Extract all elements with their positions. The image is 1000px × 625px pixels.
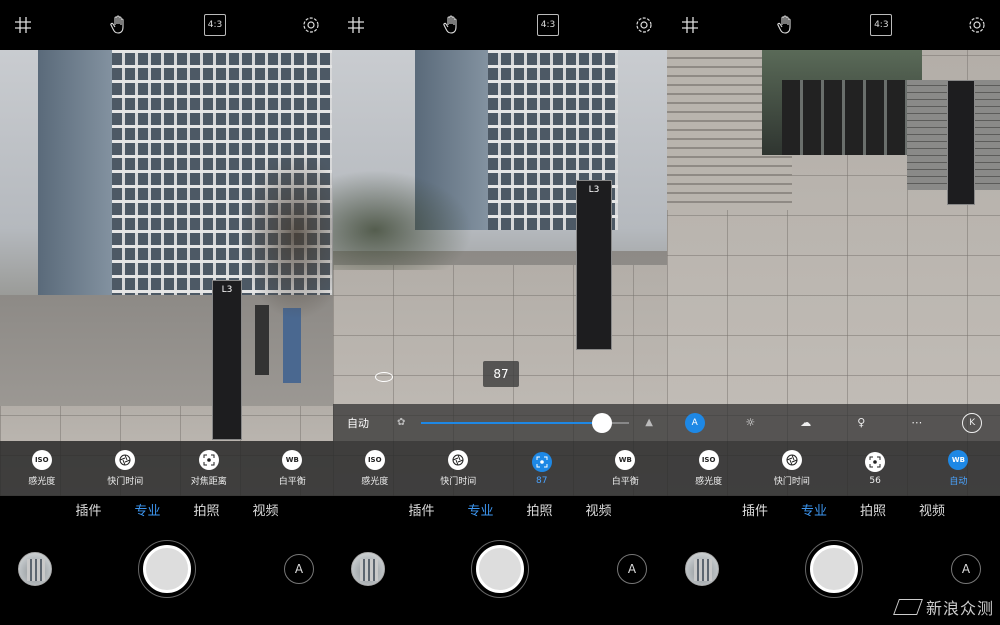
- pro-controls: ISO 感光度 快门时间 对焦距离 WB 白平衡: [0, 441, 334, 496]
- iso-icon: ISO: [364, 450, 385, 470]
- mode-tabs: 插件 专业 拍照 视频: [0, 500, 334, 528]
- gear-icon[interactable]: [966, 14, 988, 36]
- shutter-icon: [115, 450, 136, 470]
- wb-icon: WB: [282, 450, 303, 470]
- auto-label[interactable]: 自动: [347, 415, 369, 431]
- auto-mode-button[interactable]: A: [617, 554, 647, 584]
- focus-value-popup: 87: [483, 361, 519, 387]
- capture-bar: A: [0, 540, 334, 600]
- auto-mode-button[interactable]: A: [284, 554, 314, 584]
- focus-icon: [198, 450, 219, 470]
- tab-plugins[interactable]: 插件: [75, 500, 101, 528]
- tab-video[interactable]: 视频: [919, 500, 945, 528]
- tab-plugins[interactable]: 插件: [408, 500, 434, 528]
- pro-controls: ISO 感光度 快门时间 87 WB 白平衡: [333, 441, 667, 496]
- white-balance-control[interactable]: WB 白平衡: [257, 450, 327, 487]
- tab-pro[interactable]: 专业: [801, 500, 827, 528]
- tab-photo[interactable]: 拍照: [194, 500, 220, 528]
- sina-logo-icon: [893, 599, 923, 615]
- iso-control[interactable]: ISO 感光度: [7, 450, 77, 487]
- hand-icon[interactable]: [775, 14, 797, 36]
- bulb-icon[interactable]: ♀: [851, 413, 871, 433]
- wb-auto-option[interactable]: A: [684, 412, 705, 433]
- tab-photo[interactable]: 拍照: [860, 500, 886, 528]
- cloud-icon[interactable]: ☁: [796, 413, 816, 433]
- capture-bar: A: [333, 540, 667, 600]
- slider-handle[interactable]: [592, 412, 613, 433]
- mode-tabs: 插件 专业 拍照 视频: [333, 500, 667, 528]
- shutter-speed-control[interactable]: 快门时间: [90, 450, 160, 487]
- shutter-button[interactable]: [810, 545, 858, 593]
- grid-icon[interactable]: [12, 14, 34, 36]
- watermark: 新浪众测: [893, 595, 994, 619]
- shutter-speed-control[interactable]: 快门时间: [757, 450, 827, 487]
- flower-icon: ✿: [397, 417, 406, 428]
- focus-slider-row: 自动 ✿ ▲: [333, 404, 667, 441]
- tab-pro[interactable]: 专业: [467, 500, 493, 528]
- focus-icon: [865, 451, 886, 472]
- gear-icon[interactable]: [300, 14, 322, 36]
- mountain-icon: ▲: [645, 417, 653, 428]
- white-balance-control[interactable]: WB 白平衡: [590, 450, 660, 487]
- mode-tabs: 插件 专业 拍照 视频: [667, 500, 1000, 528]
- tab-video[interactable]: 视频: [253, 500, 279, 528]
- focus-distance-control[interactable]: 对焦距离: [174, 450, 244, 487]
- shutter-button[interactable]: [476, 545, 524, 593]
- shutter-icon: [448, 450, 469, 470]
- grid-icon[interactable]: [679, 14, 701, 36]
- fluorescent-icon[interactable]: ⋯: [907, 413, 927, 433]
- kelvin-option[interactable]: K: [962, 412, 983, 433]
- top-bar: 4:3: [667, 0, 1000, 50]
- tab-photo[interactable]: 拍照: [527, 500, 553, 528]
- sun-icon[interactable]: ☼: [740, 413, 760, 433]
- iso-icon: ISO: [31, 450, 52, 470]
- shutter-icon: [781, 450, 802, 470]
- iso-control[interactable]: ISO 感光度: [674, 450, 744, 487]
- aspect-ratio-button[interactable]: 4:3: [204, 14, 226, 36]
- capture-bar: A: [667, 540, 1000, 600]
- iso-control[interactable]: ISO 感光度: [340, 450, 410, 487]
- gallery-thumbnail[interactable]: [18, 552, 52, 586]
- wb-icon: WB: [615, 450, 636, 470]
- focus-slider[interactable]: [421, 412, 630, 433]
- camera-panel-3: 4:3 A ☼ ☁ ♀ ⋯ K ISO 感光度 快门时间 56 WB 自动 插件…: [667, 0, 1000, 625]
- aspect-ratio-button[interactable]: 4:3: [870, 14, 893, 36]
- shutter-speed-control[interactable]: 快门时间: [423, 450, 493, 487]
- top-bar: 4:3: [0, 0, 334, 50]
- gallery-thumbnail[interactable]: [351, 552, 385, 586]
- gear-icon[interactable]: [633, 14, 655, 36]
- viewfinder[interactable]: L3: [0, 50, 334, 496]
- iso-icon: ISO: [698, 450, 719, 470]
- gallery-thumbnail[interactable]: [685, 552, 719, 586]
- aspect-ratio-button[interactable]: 4:3: [537, 14, 559, 36]
- white-balance-presets: A ☼ ☁ ♀ ⋯ K: [667, 404, 1000, 441]
- hand-icon[interactable]: [441, 14, 463, 36]
- tab-pro[interactable]: 专业: [134, 500, 160, 528]
- top-bar: 4:3: [333, 0, 667, 50]
- focus-distance-control[interactable]: 87: [507, 451, 577, 486]
- wb-icon: WB: [948, 450, 969, 470]
- camera-panel-2: 4:3 L3 87 自动 ✿ ▲ ISO 感光度 快门时间 87 WB 白平衡 …: [333, 0, 667, 625]
- hand-icon[interactable]: [108, 14, 130, 36]
- pro-controls: ISO 感光度 快门时间 56 WB 自动: [667, 441, 1000, 496]
- focus-distance-control[interactable]: 56: [840, 451, 910, 486]
- grid-icon[interactable]: [345, 14, 367, 36]
- focus-icon: [531, 451, 552, 472]
- white-balance-control[interactable]: WB 自动: [923, 450, 993, 487]
- tab-plugins[interactable]: 插件: [742, 500, 768, 528]
- tab-video[interactable]: 视频: [586, 500, 612, 528]
- camera-panel-1: 4:3 L3 ISO 感光度 快门时间 对焦距离 WB 白平衡 插件 专业 拍照…: [0, 0, 334, 625]
- eye-icon[interactable]: [375, 372, 393, 382]
- shutter-button[interactable]: [143, 545, 191, 593]
- auto-mode-button[interactable]: A: [951, 554, 981, 584]
